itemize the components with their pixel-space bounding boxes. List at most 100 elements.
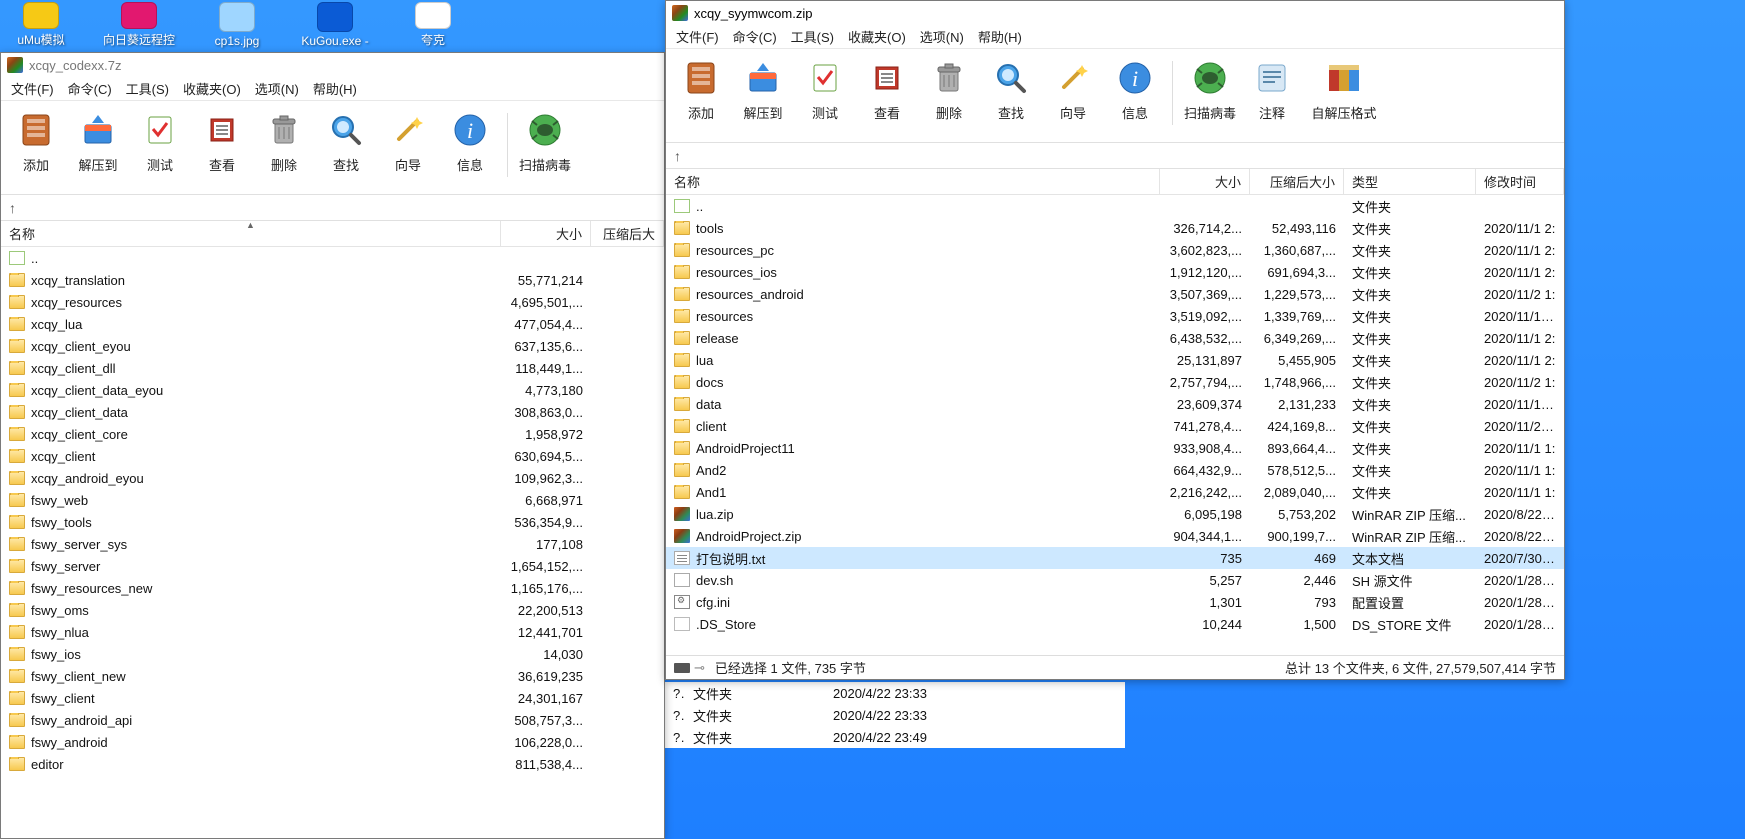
scan-button[interactable]: 扫描病毒 <box>1181 53 1239 122</box>
menu-commands[interactable]: 命令(C) <box>727 25 783 48</box>
col-size[interactable]: 大小 <box>501 221 591 246</box>
extract-button[interactable]: 解压到 <box>734 53 792 122</box>
table-row[interactable]: client741,278,4...424,169,8...文件夹2020/11… <box>666 415 1564 437</box>
table-row[interactable]: fswy_nlua12,441,701 <box>1 621 664 643</box>
up-icon[interactable]: ↑ <box>674 148 681 164</box>
table-row[interactable]: fswy_oms22,200,513 <box>1 599 664 621</box>
view-button[interactable]: 查看 <box>858 53 916 122</box>
table-row[interactable]: fswy_resources_new1,165,176,... <box>1 577 664 599</box>
desktop-shortcut[interactable]: 向日葵远程控 <box>100 2 178 48</box>
desktop-shortcut[interactable]: 夸克 <box>394 2 472 48</box>
table-row[interactable]: xcqy_client_dll118,449,1... <box>1 357 664 379</box>
folder-open-icon <box>674 199 690 213</box>
menu-favorites[interactable]: 收藏夹(O) <box>842 25 912 48</box>
menu-tools[interactable]: 工具(S) <box>120 77 175 100</box>
col-packed[interactable]: 压缩后大小 <box>1250 169 1344 194</box>
table-row[interactable]: xcqy_client_data308,863,0... <box>1 401 664 423</box>
find-button[interactable]: 查找 <box>982 53 1040 122</box>
folder-icon <box>9 735 25 749</box>
table-row[interactable]: docs2,757,794,...1,748,966,...文件夹2020/11… <box>666 371 1564 393</box>
menu-favorites[interactable]: 收藏夹(O) <box>177 77 247 100</box>
info-button[interactable]: i信息 <box>441 105 499 174</box>
desktop-shortcut[interactable]: cp1s.jpg <box>198 2 276 48</box>
delete-button[interactable]: 删除 <box>920 53 978 122</box>
table-row[interactable]: And2664,432,9...578,512,5...文件夹2020/11/1… <box>666 459 1564 481</box>
table-row[interactable]: ?文件夹2020/4/22 23:33 <box>665 682 1125 704</box>
table-row[interactable]: xcqy_lua477,054,4... <box>1 313 664 335</box>
find-button[interactable]: 查找 <box>317 105 375 174</box>
table-row[interactable]: And12,216,242,...2,089,040,...文件夹2020/11… <box>666 481 1564 503</box>
table-row[interactable]: ?文件夹2020/4/22 23:49 <box>665 726 1125 748</box>
delete-button[interactable]: 删除 <box>255 105 313 174</box>
table-row[interactable]: AndroidProject11933,908,4...893,664,4...… <box>666 437 1564 459</box>
table-row[interactable]: .DS_Store10,2441,500DS_STORE 文件2020/1/28… <box>666 613 1564 635</box>
table-row[interactable]: fswy_android106,228,0... <box>1 731 664 753</box>
table-row[interactable]: AndroidProject.zip904,344,1...900,199,7.… <box>666 525 1564 547</box>
table-row[interactable]: lua25,131,8975,455,905文件夹2020/11/1 2: <box>666 349 1564 371</box>
wizard-button[interactable]: 向导 <box>379 105 437 174</box>
table-row[interactable]: xcqy_client_core1,958,972 <box>1 423 664 445</box>
menu-commands[interactable]: 命令(C) <box>62 77 118 100</box>
table-row[interactable]: fswy_client_new36,619,235 <box>1 665 664 687</box>
col-name[interactable]: ▲名称 <box>1 221 501 246</box>
col-size[interactable]: 大小 <box>1160 169 1250 194</box>
sfx-button[interactable]: 自解压格式 <box>1305 53 1383 122</box>
scan-button[interactable]: 扫描病毒 <box>516 105 574 174</box>
table-row[interactable]: lua.zip6,095,1985,753,202WinRAR ZIP 压缩..… <box>666 503 1564 525</box>
view-button[interactable]: 查看 <box>193 105 251 174</box>
table-row[interactable]: cfg.ini1,301793配置设置2020/1/28 16 <box>666 591 1564 613</box>
table-row[interactable]: xcqy_client_eyou637,135,6... <box>1 335 664 357</box>
file-list[interactable]: ..xcqy_translation55,771,214xcqy_resourc… <box>1 247 664 838</box>
file-list[interactable]: ..文件夹tools326,714,2...52,493,116文件夹2020/… <box>666 195 1564 655</box>
table-row[interactable]: fswy_android_api508,757,3... <box>1 709 664 731</box>
table-row[interactable]: ..文件夹 <box>666 195 1564 217</box>
col-type[interactable]: 类型 <box>1344 169 1476 194</box>
add-button[interactable]: 添加 <box>7 105 65 174</box>
menu-options[interactable]: 选项(N) <box>249 77 305 100</box>
extract-button[interactable]: 解压到 <box>69 105 127 174</box>
table-row[interactable]: resources3,519,092,...1,339,769,...文件夹20… <box>666 305 1564 327</box>
menu-options[interactable]: 选项(N) <box>914 25 970 48</box>
col-modified[interactable]: 修改时间 <box>1476 169 1564 194</box>
table-row[interactable]: fswy_ios14,030 <box>1 643 664 665</box>
titlebar[interactable]: xcqy_codexx.7z <box>1 53 664 77</box>
table-row[interactable]: data23,609,3742,131,233文件夹2020/11/1 2:0 <box>666 393 1564 415</box>
col-packed[interactable]: 压缩后大 <box>591 221 664 246</box>
titlebar[interactable]: xcqy_syymwcom.zip <box>666 1 1564 25</box>
menu-file[interactable]: 文件(F) <box>5 77 60 100</box>
table-row[interactable]: dev.sh5,2572,446SH 源文件2020/1/28 16 <box>666 569 1564 591</box>
table-row[interactable]: resources_android3,507,369,...1,229,573,… <box>666 283 1564 305</box>
table-row[interactable]: xcqy_android_eyou109,962,3... <box>1 467 664 489</box>
table-row[interactable]: editor811,538,4... <box>1 753 664 775</box>
col-name[interactable]: 名称 <box>666 169 1160 194</box>
up-icon[interactable]: ↑ <box>9 200 16 216</box>
add-button[interactable]: 添加 <box>672 53 730 122</box>
table-row[interactable]: xcqy_resources4,695,501,... <box>1 291 664 313</box>
table-row[interactable]: fswy_client24,301,167 <box>1 687 664 709</box>
table-row[interactable]: xcqy_translation55,771,214 <box>1 269 664 291</box>
table-row[interactable]: xcqy_client630,694,5... <box>1 445 664 467</box>
info-button[interactable]: i信息 <box>1106 53 1164 122</box>
test-button[interactable]: 测试 <box>796 53 854 122</box>
desktop-shortcut[interactable]: KuGou.exe - <box>296 2 374 48</box>
table-row[interactable]: resources_ios1,912,120,...691,694,3...文件… <box>666 261 1564 283</box>
table-row[interactable]: fswy_tools536,354,9... <box>1 511 664 533</box>
menu-help[interactable]: 帮助(H) <box>972 25 1028 48</box>
menu-tools[interactable]: 工具(S) <box>785 25 840 48</box>
table-row[interactable]: xcqy_client_data_eyou4,773,180 <box>1 379 664 401</box>
table-row[interactable]: resources_pc3,602,823,...1,360,687,...文件… <box>666 239 1564 261</box>
menu-help[interactable]: 帮助(H) <box>307 77 363 100</box>
table-row[interactable]: fswy_server1,654,152,... <box>1 555 664 577</box>
table-row[interactable]: 打包说明.txt735469文本文档2020/7/30 19 <box>666 547 1564 569</box>
wizard-button[interactable]: 向导 <box>1044 53 1102 122</box>
table-row[interactable]: release6,438,532,...6,349,269,...文件夹2020… <box>666 327 1564 349</box>
menu-file[interactable]: 文件(F) <box>670 25 725 48</box>
table-row[interactable]: tools326,714,2...52,493,116文件夹2020/11/1 … <box>666 217 1564 239</box>
table-row[interactable]: .. <box>1 247 664 269</box>
table-row[interactable]: ?文件夹2020/4/22 23:33 <box>665 704 1125 726</box>
table-row[interactable]: fswy_server_sys177,108 <box>1 533 664 555</box>
table-row[interactable]: fswy_web6,668,971 <box>1 489 664 511</box>
test-button[interactable]: 测试 <box>131 105 189 174</box>
comment-button[interactable]: 注释 <box>1243 53 1301 122</box>
desktop-shortcut[interactable]: uMu模拟 <box>2 2 80 48</box>
